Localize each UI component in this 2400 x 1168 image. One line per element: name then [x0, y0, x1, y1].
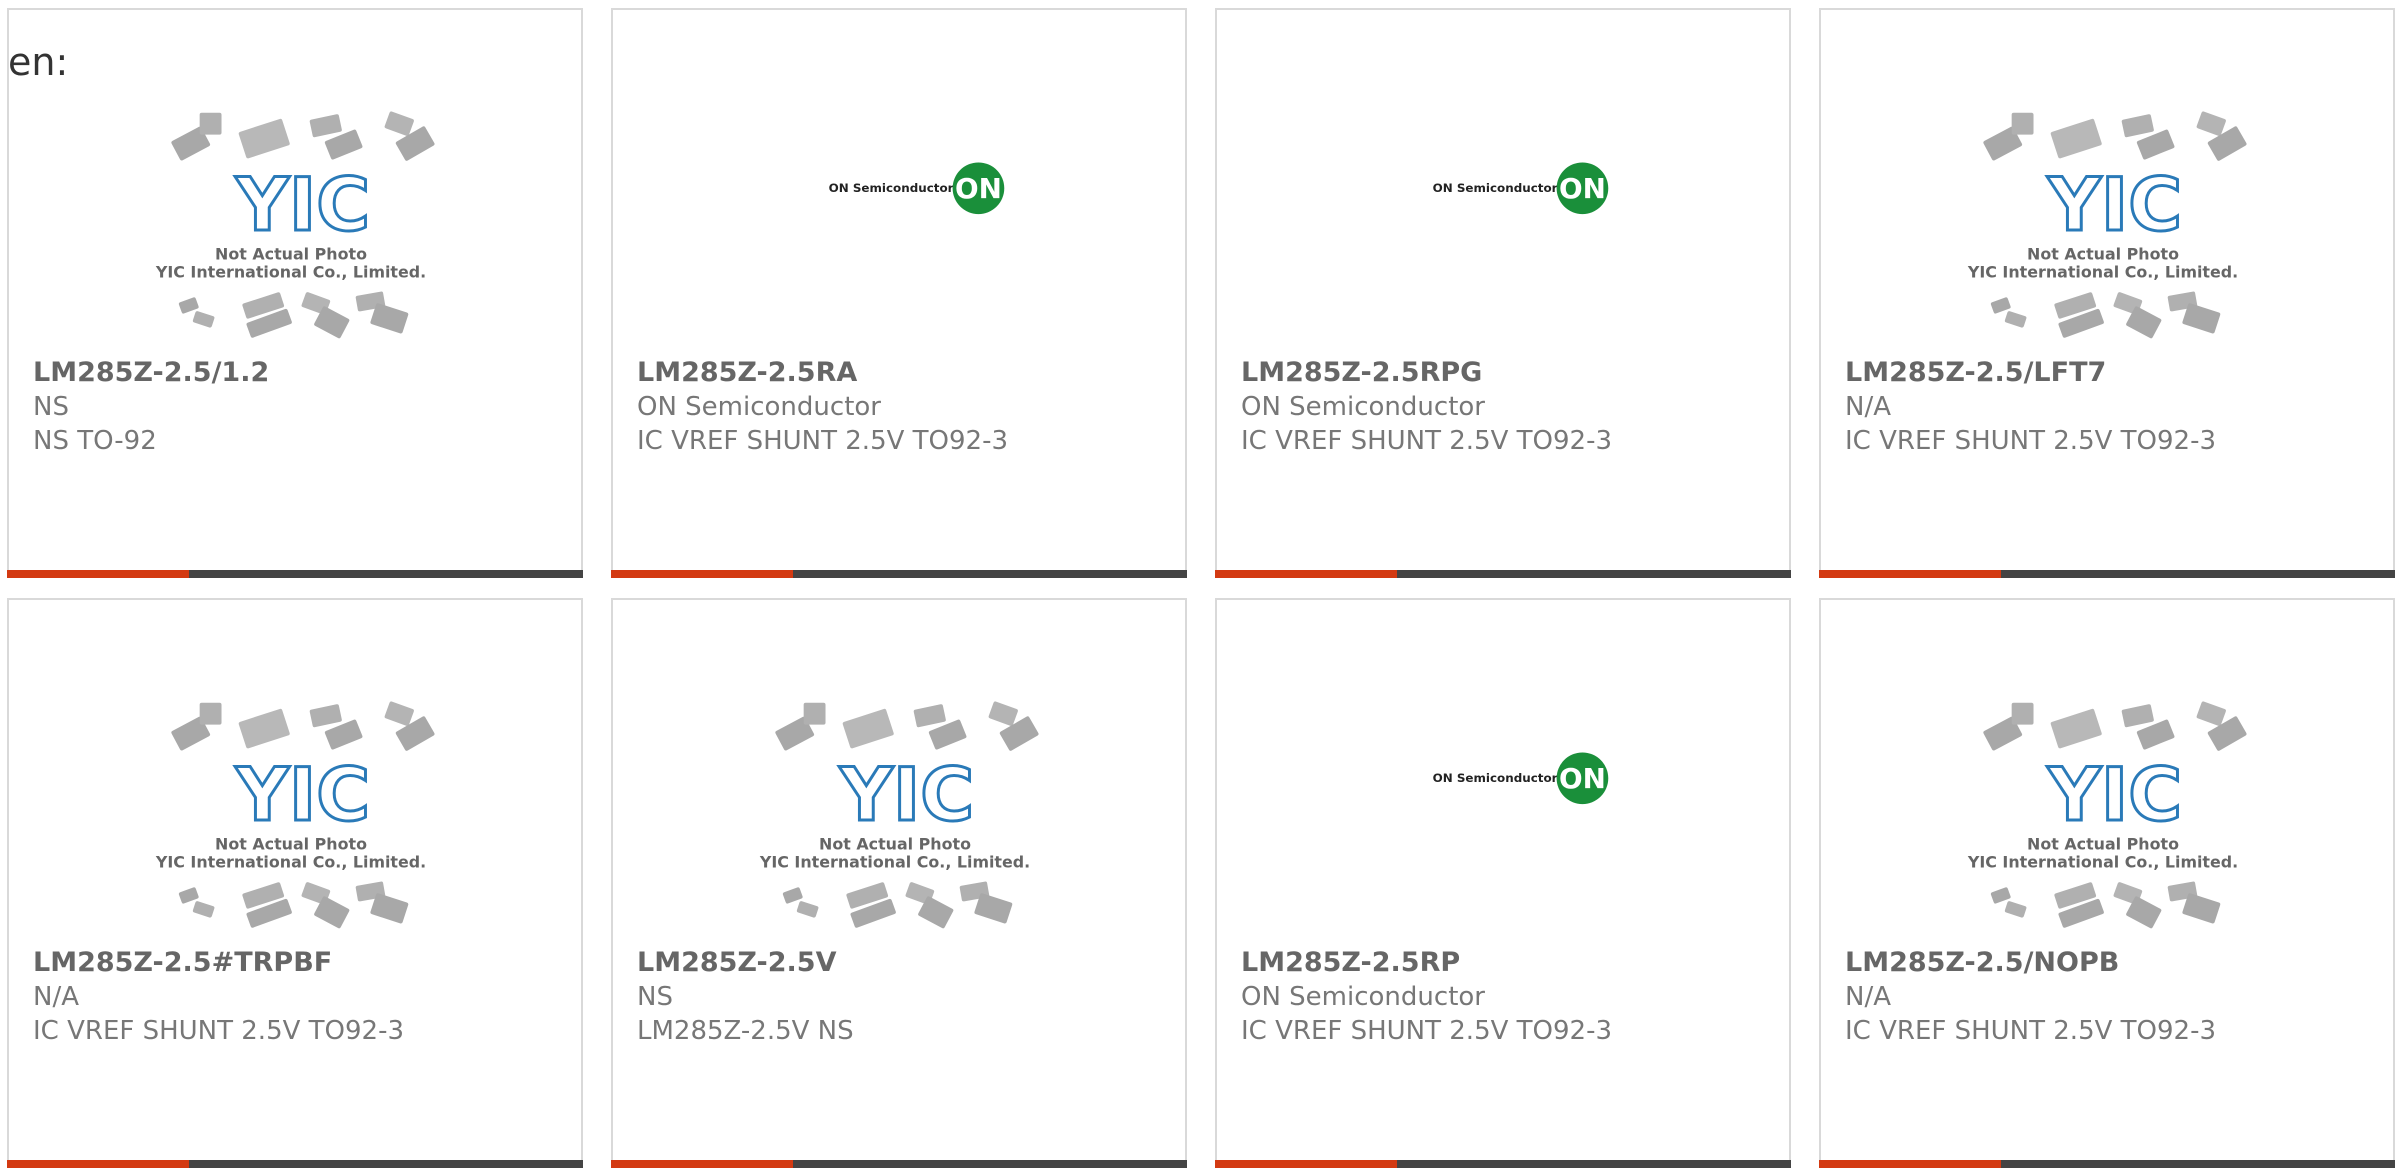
description: IC VREF SHUNT 2.5V TO92-3 — [1241, 1016, 1613, 1046]
manufacturer: ON Semiconductor — [1241, 392, 1485, 422]
manufacturer: N/A — [1845, 392, 1891, 422]
on-semiconductor-wordmark: ON Semiconductor — [829, 181, 954, 195]
description: IC VREF SHUNT 2.5V TO92-3 — [637, 426, 1009, 456]
product-image[interactable]: YIC Not Actual Photo YIC International Co.… — [9, 690, 581, 940]
product-grid: YIC Not Actual Photo YIC International Co.… — [0, 0, 2400, 1168]
company-name-text: YIC International Co., Limited. — [155, 853, 426, 872]
description: LM285Z-2.5V NS — [637, 1016, 854, 1046]
manufacturer: N/A — [1845, 982, 1891, 1012]
yic-placeholder-image: YICNot Actual PhotoYIC International Co.… — [1967, 111, 2247, 339]
yic-logo: YIC — [235, 163, 370, 248]
product-card[interactable]: YIC Not Actual Photo YIC International Co.… — [611, 598, 1187, 1168]
on-logo-text: ON — [1559, 762, 1606, 795]
product-image[interactable]: ON Semiconductor ON — [613, 100, 1185, 350]
manufacturer: ON Semiconductor — [637, 392, 881, 422]
product-card[interactable]: YIC Not Actual Photo YIC International Co.… — [1819, 598, 2395, 1168]
yic-logo: YIC — [2047, 163, 2182, 248]
product-image[interactable]: YIC Not Actual Photo YIC International Co.… — [9, 100, 581, 350]
description: IC VREF SHUNT 2.5V TO92-3 — [1845, 426, 2217, 456]
manufacturer: NS — [33, 392, 69, 422]
card-footer-bar — [1819, 570, 2395, 578]
product-card[interactable]: YIC Not Actual Photo YIC International Co.… — [7, 598, 583, 1168]
product-card[interactable]: YIC Not Actual Photo YIC International Co.… — [7, 8, 583, 578]
product-image[interactable]: YIC Not Actual Photo YIC International Co.… — [1821, 100, 2393, 350]
description: NS TO-92 — [33, 426, 157, 456]
product-card[interactable]: ON Semiconductor ON LM285Z-2.5RPG ON Semi… — [1215, 8, 1791, 578]
on-semiconductor-logo-image: ON Semiconductor ON — [1433, 162, 1609, 215]
manufacturer: N/A — [33, 982, 79, 1012]
on-semiconductor-logo-image: ON Semiconductor ON — [1433, 752, 1609, 805]
part-number[interactable]: LM285Z-2.5V — [637, 946, 1175, 980]
not-actual-photo-text: Not Actual Photo — [215, 835, 367, 854]
yic-placeholder-image: YICNot Actual PhotoYIC International Co.… — [1967, 701, 2247, 929]
language-label: en: — [8, 40, 69, 84]
card-footer-bar — [7, 1160, 583, 1168]
card-footer-bar — [1819, 1160, 2395, 1168]
yic-logo: YIC — [2047, 753, 2182, 838]
manufacturer: NS — [637, 982, 673, 1012]
product-image[interactable]: YIC Not Actual Photo YIC International Co.… — [1821, 690, 2393, 940]
part-number[interactable]: LM285Z-2.5/NOPB — [1845, 946, 2383, 980]
yic-placeholder-image: YICNot Actual PhotoYIC International Co.… — [155, 701, 435, 929]
on-logo-text: ON — [955, 172, 1002, 205]
card-footer-bar — [1215, 570, 1791, 578]
product-image[interactable]: ON Semiconductor ON — [1217, 690, 1789, 940]
product-card[interactable]: ON Semiconductor ON LM285Z-2.5RP ON Semic… — [1215, 598, 1791, 1168]
not-actual-photo-text: Not Actual Photo — [215, 245, 367, 264]
description: IC VREF SHUNT 2.5V TO92-3 — [1241, 426, 1613, 456]
not-actual-photo-text: Not Actual Photo — [2027, 245, 2179, 264]
yic-placeholder-image: YICNot Actual PhotoYIC International Co.… — [759, 701, 1039, 929]
product-card[interactable]: YIC Not Actual Photo YIC International Co.… — [1819, 8, 2395, 578]
yic-logo: YIC — [839, 753, 974, 838]
part-number[interactable]: LM285Z-2.5RA — [637, 356, 1175, 390]
part-number[interactable]: LM285Z-2.5RPG — [1241, 356, 1779, 390]
card-footer-bar — [7, 570, 583, 578]
part-number[interactable]: LM285Z-2.5#TRPBF — [33, 946, 571, 980]
yic-placeholder-image: YICNot Actual PhotoYIC International Co.… — [155, 111, 435, 339]
company-name-text: YIC International Co., Limited. — [1967, 853, 2238, 872]
description: IC VREF SHUNT 2.5V TO92-3 — [33, 1016, 405, 1046]
card-footer-bar — [1215, 1160, 1791, 1168]
on-semiconductor-logo-image: ON Semiconductor ON — [829, 162, 1005, 215]
part-number[interactable]: LM285Z-2.5RP — [1241, 946, 1779, 980]
product-image[interactable]: YIC Not Actual Photo YIC International Co.… — [613, 690, 1185, 940]
part-number[interactable]: LM285Z-2.5/1.2 — [33, 356, 571, 390]
company-name-text: YIC International Co., Limited. — [1967, 263, 2238, 282]
manufacturer: ON Semiconductor — [1241, 982, 1485, 1012]
on-logo-text: ON — [1559, 172, 1606, 205]
on-semiconductor-wordmark: ON Semiconductor — [1433, 771, 1558, 785]
company-name-text: YIC International Co., Limited. — [759, 853, 1030, 872]
description: IC VREF SHUNT 2.5V TO92-3 — [1845, 1016, 2217, 1046]
part-number[interactable]: LM285Z-2.5/LFT7 — [1845, 356, 2383, 390]
card-footer-bar — [611, 570, 1187, 578]
company-name-text: YIC International Co., Limited. — [155, 263, 426, 282]
on-semiconductor-wordmark: ON Semiconductor — [1433, 181, 1558, 195]
card-footer-bar — [611, 1160, 1187, 1168]
product-card[interactable]: ON Semiconductor ON LM285Z-2.5RA ON Semic… — [611, 8, 1187, 578]
yic-logo: YIC — [235, 753, 370, 838]
not-actual-photo-text: Not Actual Photo — [2027, 835, 2179, 854]
not-actual-photo-text: Not Actual Photo — [819, 835, 971, 854]
product-image[interactable]: ON Semiconductor ON — [1217, 100, 1789, 350]
